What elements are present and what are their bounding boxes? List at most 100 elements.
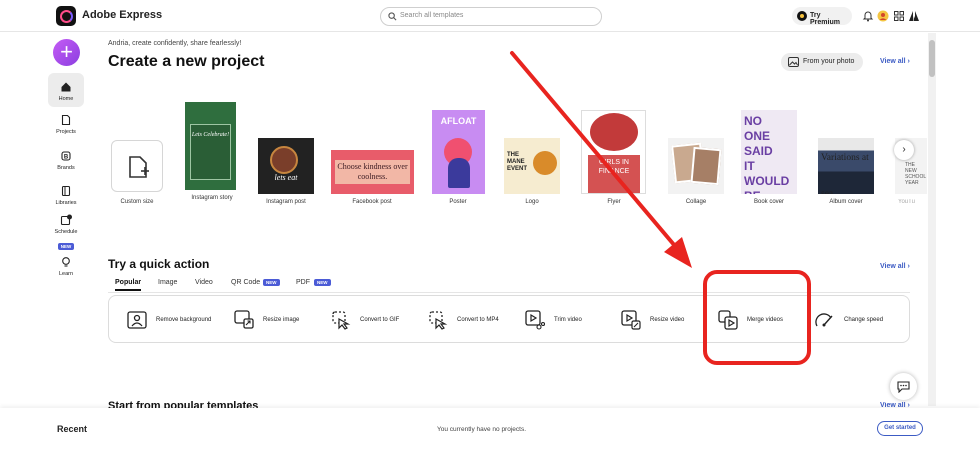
template-card-logo[interactable]: THE MANE EVENT [504,138,560,194]
template-card-custom-size[interactable] [111,140,163,192]
app-title: Adobe Express [82,9,163,21]
sidebar-item-label: Learn [58,271,74,277]
card-text: Lets Celebrate! [191,132,230,138]
search-placeholder: Search all templates [400,12,464,19]
sidebar-item-label: Libraries [55,200,77,206]
adobe-express-logo[interactable] [56,6,76,26]
sidebar: + Home Projects B Brands Libraries Sched… [0,32,90,412]
create-new-button[interactable]: + [53,39,80,66]
quick-action-label: Convert to GIF [360,317,400,323]
bell-icon[interactable] [862,10,874,22]
quick-action-label: Remove background [156,317,212,323]
template-label: Album cover [829,199,863,205]
template-card-collage[interactable] [668,138,724,194]
premium-crown-icon [797,11,807,21]
new-badge: NEW [314,279,331,286]
resize-video-icon [621,310,641,330]
svg-text:B: B [64,154,69,160]
template-label: Logo [525,199,539,205]
annotation-highlight-box [703,270,811,365]
sidebar-item-label: Brands [57,165,75,171]
recent-title: Recent [57,424,88,434]
sidebar-item-brands[interactable]: B Brands [48,150,84,171]
sidebar-item-learn[interactable]: Learn [48,256,84,277]
card-text: Variations at sea [821,153,869,194]
template-label: Flyer [607,199,621,205]
page-title: Create a new project [108,53,265,70]
from-your-photo-button[interactable]: From your photo [781,53,863,71]
trim-video-icon [525,310,545,330]
template-card-facebook-post[interactable]: Choose kindness over coolness. [331,150,414,194]
new-badge: NEW [263,279,280,286]
sidebar-item-label: Schedule [54,229,78,235]
apps-grid-icon[interactable] [893,10,905,22]
scrollbar-thumb[interactable] [929,40,935,77]
template-label: YouTu [898,199,915,205]
projects-icon [61,114,71,126]
sidebar-item-label: Home [58,96,74,102]
popular-templates-heading: Start from popular templates [108,400,259,408]
home-icon [61,82,71,92]
quick-action-label: Resize video [650,317,685,323]
template-card-album-cover[interactable]: Variations at sea [818,138,874,194]
top-bar: Adobe Express Search all templates Try P… [0,0,980,32]
view-all-link[interactable]: View all › [880,58,910,65]
quick-action-heading: Try a quick action [108,257,210,271]
avatar[interactable] [877,10,889,22]
template-card-poster[interactable]: AFLOAT [432,110,485,194]
chat-icon [897,381,910,393]
greeting-text: Andria, create confidently, share fearle… [108,40,242,47]
change-speed-icon [815,313,833,327]
card-text: lets eat [274,173,298,182]
tab-qr-code[interactable]: QR Code [231,279,260,286]
sidebar-item-label: Projects [56,129,76,135]
try-premium-button[interactable]: Try Premium [792,7,852,26]
template-label: Facebook post [352,199,392,205]
image-icon [788,57,799,67]
tab-popular[interactable]: Popular [115,279,142,291]
sidebar-item-libraries[interactable]: Libraries [48,185,84,206]
try-premium-label: Try Premium [810,12,840,26]
convert-gif-icon [332,311,351,330]
template-card-instagram-post[interactable]: lets eat [258,138,314,194]
search-icon [388,12,397,21]
sidebar-item-schedule[interactable]: Schedule NEW [48,214,84,253]
tab-video[interactable]: Video [195,279,213,286]
search-input[interactable]: Search all templates [380,7,602,26]
quick-action-label: Resize image [263,317,300,323]
template-card-book-cover[interactable]: NO ONE SAID IT WOULD BE EASY [741,110,797,194]
sidebar-item-projects[interactable]: Projects [48,114,84,135]
template-card-flyer[interactable]: GIRLS IN FINANCE [581,110,646,194]
lightbulb-icon [62,257,70,267]
new-badge: NEW [57,243,75,250]
tab-pdf[interactable]: PDF [296,279,310,286]
brands-icon: B [61,151,71,161]
card-text: GIRLS IN FINANCE [588,155,640,193]
quick-action-label: Change speed [844,317,884,323]
tab-image[interactable]: Image [158,279,177,286]
quick-action-label: Trim video [554,317,582,323]
template-card-instagram-story[interactable]: Lets Celebrate! [185,102,236,190]
get-started-button[interactable]: Get started [877,421,923,436]
card-text: THE NEW SCHOOL YEAR [905,162,926,186]
from-your-photo-label: From your photo [803,58,855,65]
schedule-icon [60,214,72,226]
remove-background-icon [127,311,147,329]
chat-button[interactable] [890,373,917,400]
libraries-icon [61,185,71,197]
card-text: NO ONE SAID IT WOULD BE EASY [744,114,790,194]
card-text: THE MANE EVENT [507,152,528,172]
convert-mp4-icon [429,311,448,330]
custom-size-icon [129,156,149,178]
carousel-next-button[interactable]: › [894,140,914,160]
resize-image-icon [234,310,254,329]
sidebar-item-home[interactable]: Home [48,73,84,107]
scrollbar-track[interactable] [928,33,936,406]
template-label: Instagram post [266,199,306,205]
card-text: Choose kindness over coolness. [335,160,410,184]
recent-empty-message: You currently have no projects. [437,426,527,433]
quick-action-label: Convert to MP4 [457,317,499,323]
card-text: AFLOAT [440,116,477,126]
adobe-icon[interactable] [908,10,920,22]
quick-action-view-all-link[interactable]: View all › [880,263,910,270]
